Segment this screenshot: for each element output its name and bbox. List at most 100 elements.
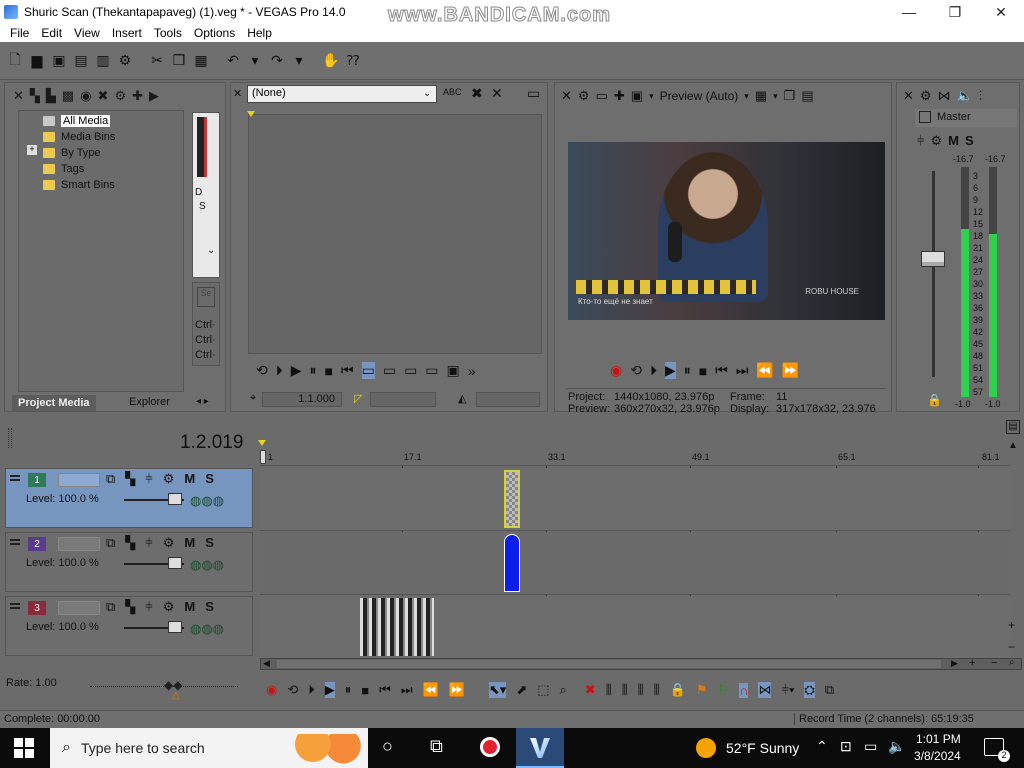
trimmer-view[interactable] <box>247 111 542 354</box>
master-fader-thumb[interactable] <box>921 251 945 267</box>
whats-this-help-icon[interactable]: ⁇ <box>344 52 362 70</box>
mute-button[interactable]: M <box>184 471 195 487</box>
tree-item-smart-bins[interactable]: Smart Bins <box>43 177 115 193</box>
copy-snapshot-icon[interactable]: ❐ <box>784 88 796 104</box>
play-from-start-icon[interactable]: ⏵ <box>308 682 315 698</box>
auto-crossfade-icon[interactable]: ⋈ <box>758 682 772 698</box>
master-fx-gear-icon[interactable]: ⚙ <box>930 133 942 149</box>
ignore-event-grouping-icon[interactable]: ⧉ <box>825 682 834 698</box>
track-motion-icon[interactable]: ⧉ <box>106 471 115 487</box>
track-level-thumb[interactable] <box>168 493 182 505</box>
loop-icon[interactable]: ⟲ <box>256 362 268 379</box>
tray-chevron-icon[interactable]: ⌃ <box>816 738 828 755</box>
track-settings-gear-icon[interactable]: ⚙ <box>163 535 175 551</box>
close-panel-icon[interactable]: ✕ <box>13 88 24 104</box>
battery-icon[interactable]: ▭ <box>864 738 877 755</box>
tree-item-tags[interactable]: Tags <box>43 161 84 177</box>
panel-close-icon[interactable]: ✕ <box>233 87 242 100</box>
remove-icon[interactable]: ✖ <box>471 85 483 102</box>
paste-icon[interactable]: ▦ <box>192 52 210 70</box>
overwrite-icon[interactable]: ▭ <box>404 362 417 379</box>
new-file-icon[interactable]: 🗋 <box>6 51 24 70</box>
abc-icon[interactable]: ABC <box>443 87 462 97</box>
auto-ripple-icon[interactable]: ⫩▾ <box>781 682 794 698</box>
properties-gear-icon[interactable]: ⚙ <box>116 52 134 70</box>
menu-options[interactable]: Options <box>188 26 241 40</box>
maximize-button[interactable]: ❐ <box>932 0 978 24</box>
render-icon[interactable]: ▥ <box>94 52 112 70</box>
insert-region-icon[interactable]: ⚐ <box>717 682 729 698</box>
preview-settings-gear-icon[interactable]: ⚙ <box>578 88 590 104</box>
vegas-taskbar-icon[interactable] <box>516 728 564 768</box>
trim-icon[interactable]: ⫼ <box>606 682 612 698</box>
playhead-handle[interactable] <box>260 450 266 464</box>
scroll-right-icon[interactable]: ▶ <box>951 658 958 669</box>
pause-icon[interactable]: ⏸ <box>684 362 691 379</box>
mute-button[interactable]: M <box>184 599 195 615</box>
tree-item-all-media[interactable]: All Media <box>43 113 111 129</box>
minimize-button[interactable]: — <box>886 0 932 24</box>
menu-tools[interactable]: Tools <box>148 26 188 40</box>
track-name-field[interactable] <box>58 473 100 487</box>
taskbar-search-box[interactable]: ⌕ Type here to search <box>50 728 368 768</box>
play-icon[interactable]: ▶ <box>664 362 676 379</box>
get-media-icon[interactable]: ▩ <box>62 88 74 104</box>
zoom-edit-tool-icon[interactable]: ⌕ <box>560 682 567 698</box>
track-motion-icon[interactable]: ⧉ <box>106 599 115 615</box>
solo-button[interactable]: S <box>205 471 214 487</box>
menu-edit[interactable]: Edit <box>35 26 68 40</box>
more-icon[interactable]: » <box>468 363 476 379</box>
minimize-track-icon[interactable] <box>10 539 20 541</box>
solo-button[interactable]: S <box>205 535 214 551</box>
trim-start-icon[interactable]: ⫼ <box>622 682 628 698</box>
track-name-field[interactable] <box>58 601 100 615</box>
go-to-end-icon[interactable]: ⏭ <box>401 682 413 698</box>
save-snapshot-icon[interactable]: ▤ <box>801 88 813 104</box>
overlays-grid-icon[interactable]: ▦ <box>755 88 767 104</box>
dim-output-icon[interactable]: 🔈 <box>957 88 973 104</box>
clock-date[interactable]: 3/8/2024 <box>914 749 961 763</box>
windows-start-icon[interactable] <box>14 738 34 758</box>
panel-close-icon[interactable]: ✕ <box>561 88 572 104</box>
weather-text[interactable]: 52°F Sunny <box>726 740 799 756</box>
weather-sun-icon[interactable] <box>696 738 716 758</box>
track-fx-icon[interactable]: ▚ <box>125 535 135 551</box>
previous-frame-icon[interactable]: ⏪ <box>756 362 773 379</box>
scroll-down-icon[interactable]: ⌄ <box>207 245 215 256</box>
copy-icon[interactable]: ❐ <box>170 52 188 70</box>
timeline-menu-icon[interactable]: ▤ <box>1006 420 1020 434</box>
split-icon[interactable]: ⫼ <box>654 682 660 698</box>
preview-video-frame[interactable]: Кто-то ещё не знает ROBU HOUSE <box>568 142 885 320</box>
composite-mode-icon[interactable]: ⫩ <box>145 599 152 615</box>
replace-icon[interactable]: ▭ <box>425 362 438 379</box>
zoom-in-horizontal-icon[interactable]: + <box>969 657 975 669</box>
mixer-properties-icon[interactable]: ⫶ <box>979 88 982 104</box>
delete-icon[interactable]: ✖ <box>585 682 596 698</box>
selection-tool-icon[interactable]: ⬚ <box>537 682 549 698</box>
zoom-tool-icon[interactable]: ⌕ <box>1009 657 1015 668</box>
previous-frame-icon[interactable]: ⏪ <box>423 682 439 698</box>
envelope-tool-icon[interactable]: ⬈ <box>516 682 527 698</box>
clock-time[interactable]: 1:01 PM <box>916 732 961 746</box>
scroll-thumb[interactable] <box>277 660 941 668</box>
minimize-track-icon[interactable] <box>10 603 20 605</box>
save-as-icon[interactable]: ▤ <box>72 52 90 70</box>
normal-edit-tool-icon[interactable]: ⬉▾ <box>488 682 507 698</box>
track-level-thumb[interactable] <box>168 621 182 633</box>
next-frame-icon[interactable]: ⏩ <box>782 362 799 379</box>
undo-dropdown-icon[interactable]: ▾ <box>246 52 264 70</box>
stop-icon[interactable]: ■ <box>361 683 369 698</box>
expand-plus-icon[interactable]: + <box>27 145 37 155</box>
mixer-settings-gear-icon[interactable]: ⚙ <box>920 88 932 104</box>
remove-icon[interactable]: ✖ <box>98 88 109 104</box>
redo-icon[interactable]: ↷ <box>268 52 286 70</box>
track-header-2[interactable]: 2 ⧉ ▚ ⫩ ⚙ M S Level: 100.0 % ◍◍◍ <box>5 532 253 592</box>
task-view-icon[interactable]: ○ <box>382 736 393 757</box>
menu-file[interactable]: File <box>4 26 35 40</box>
network-icon[interactable]: ⊡ <box>840 738 852 755</box>
add-to-timeline-icon[interactable]: ▭ <box>383 362 396 379</box>
open-folder-icon[interactable]: ▆ <box>28 52 46 70</box>
track-name-field[interactable] <box>58 537 100 551</box>
close-button[interactable]: ✕ <box>978 0 1024 24</box>
external-monitor-icon[interactable]: ▭ <box>596 88 608 104</box>
